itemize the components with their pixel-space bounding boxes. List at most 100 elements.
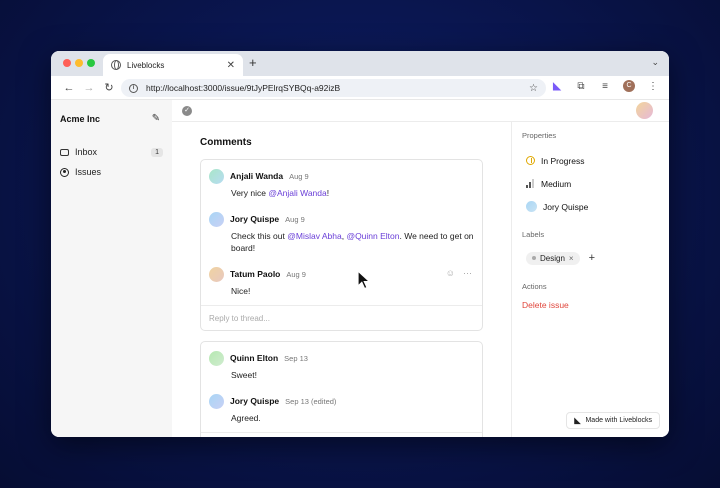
address-bar[interactable]: i http://localhost:3000/issue/9tJyPElrqS… [121,79,546,97]
globe-icon [111,60,121,70]
workspace-name: Acme Inc [60,114,101,124]
priority-bars-icon [526,179,535,188]
comment-text: Very nice [231,188,269,198]
tab-title: Liveblocks [127,60,165,70]
status-value: In Progress [541,155,585,166]
comment-avatar [209,211,224,227]
main-panel: ✓ Comments Anjali Wanda Aug 9 Very nice … [172,100,669,437]
comment: Anjali Wanda Aug 9 Very nice @Anjali Wan… [201,160,482,203]
reply-input[interactable]: Reply to thread... [201,432,482,437]
comment-date: Sep 13 (edited) [285,396,337,406]
labels-title: Labels [522,230,545,239]
comment-avatar [209,266,224,282]
label-dot-icon [532,256,536,260]
comment-header: Tatum Paolo Aug 9 [209,266,474,282]
comment-date: Aug 9 [286,269,306,279]
comment: Jory Quispe Sep 13 (edited) Agreed. [201,385,482,428]
info-icon[interactable]: i [129,83,138,93]
add-label-button[interactable]: + [589,252,595,264]
priority-property[interactable]: Medium [522,172,659,195]
comment-text: Nice! [231,286,251,296]
comments-section: Comments Anjali Wanda Aug 9 Very nice @A… [172,122,512,437]
reload-button[interactable]: ↻ [99,81,119,94]
properties-title: Properties [522,131,557,140]
label-text: Design [540,253,565,263]
add-reaction-icon[interactable]: ☺ [446,268,455,279]
comment-header: Quinn Elton Sep 13 [209,350,474,366]
extensions-puzzle-icon[interactable]: ⧉ [575,81,587,92]
issues-icon [60,167,69,177]
mouse-cursor-icon [357,270,371,290]
profile-avatar[interactable]: C [623,80,635,92]
made-with-liveblocks-badge[interactable]: ◣ Made with Liveblocks [566,412,660,429]
remove-label-icon[interactable]: × [569,254,574,263]
comment-date: Sep 13 [284,353,308,363]
tab-close-icon[interactable]: ✕ [227,60,235,71]
comment-text: Agreed. [231,413,261,423]
close-window-button[interactable] [63,59,71,67]
comment-body: Agreed. [231,412,474,424]
inbox-count-badge: 1 [151,147,163,157]
comment-author: Jory Quispe [230,396,280,406]
comment-body: Nice! [231,285,474,297]
comment-thread: Anjali Wanda Aug 9 Very nice @Anjali Wan… [200,159,483,331]
compose-icon[interactable]: ✎ [149,112,163,126]
maximize-window-button[interactable] [87,59,95,67]
sidebar-item-label: Issues [75,167,102,177]
mention-link[interactable]: @Mislav Abha [287,231,341,241]
media-queue-icon[interactable]: ≡ [599,81,611,92]
comment: Jory Quispe Aug 9 Check this out @Mislav… [201,203,482,258]
app-root: Acme Inc ✎ Inbox 1 Issues ✓ Comments Anj… [51,100,669,437]
sidebar-item-issues[interactable]: Issues [60,162,163,182]
comment-header: Jory Quispe Sep 13 (edited) [209,393,474,409]
url-text[interactable]: http://localhost:3000/issue/9tJyPElrqSYB… [146,83,521,93]
comment-actions: ☺ ⋯ [446,268,472,279]
workspace-header: Acme Inc ✎ [60,112,163,126]
made-with-text: Made with Liveblocks [585,417,652,424]
comment-author: Jory Quispe [230,214,280,224]
delete-issue-button[interactable]: Delete issue [522,300,659,310]
comment-date: Aug 9 [285,214,305,224]
reply-input[interactable]: Reply to thread... [201,305,482,330]
user-avatar[interactable] [636,102,653,119]
sidebar: Acme Inc ✎ Inbox 1 Issues [51,100,172,437]
assignee-value: Jory Quispe [543,201,589,212]
more-options-icon[interactable]: ⋯ [463,268,472,279]
mention-link[interactable]: @Anjali Wanda [268,188,326,198]
comments-title: Comments [200,137,252,148]
comment-author: Anjali Wanda [230,171,284,181]
minimize-window-button[interactable] [75,59,83,67]
liveblocks-extension-icon[interactable]: ◣ [551,81,563,92]
sidebar-item-label: Inbox [75,147,98,157]
assignee-property[interactable]: Jory Quispe [522,195,659,218]
kebab-menu-icon[interactable]: ⋮ [647,81,659,92]
status-property[interactable]: In Progress [522,149,659,172]
comment-thread: Quinn Elton Sep 13 Sweet! Jory Quispe Se… [200,341,483,437]
assignee-avatar [526,201,537,212]
forward-button[interactable]: → [79,82,99,94]
comment-text: Sweet! [231,370,257,380]
label-chip-design[interactable]: Design × [526,251,580,265]
mention-link[interactable]: @Quinn Elton [346,231,399,241]
actions-title: Actions [522,282,547,291]
comment-body: Sweet! [231,369,474,381]
properties-panel: Properties In Progress Medium Jory Quisp… [512,122,669,437]
comment-avatar [209,168,224,184]
browser-toolbar: ← → ↻ i http://localhost:3000/issue/9tJy… [51,76,669,100]
tab-liveblocks[interactable]: Liveblocks ✕ [103,54,243,76]
browser-window: Liveblocks ✕ + ⌄ ← → ↻ i http://localhos… [51,51,669,437]
inbox-icon [60,148,69,156]
bookmark-star-icon[interactable]: ☆ [529,83,538,94]
sidebar-item-inbox[interactable]: Inbox 1 [60,142,163,162]
comment-author: Tatum Paolo [230,269,281,279]
tab-search-icon[interactable]: ⌄ [651,57,659,68]
check-circle-icon[interactable]: ✓ [182,106,192,116]
back-button[interactable]: ← [59,82,79,94]
comment-header: Anjali Wanda Aug 9 [209,168,474,184]
tab-strip: Liveblocks ✕ + ⌄ [51,51,669,76]
comment: Quinn Elton Sep 13 Sweet! [201,342,482,385]
comment: Tatum Paolo Aug 9 Nice! ☺ ⋯ [201,258,482,301]
new-tab-button[interactable]: + [249,55,257,70]
labels-row: Design × + [522,248,659,268]
in-progress-icon [526,156,535,165]
